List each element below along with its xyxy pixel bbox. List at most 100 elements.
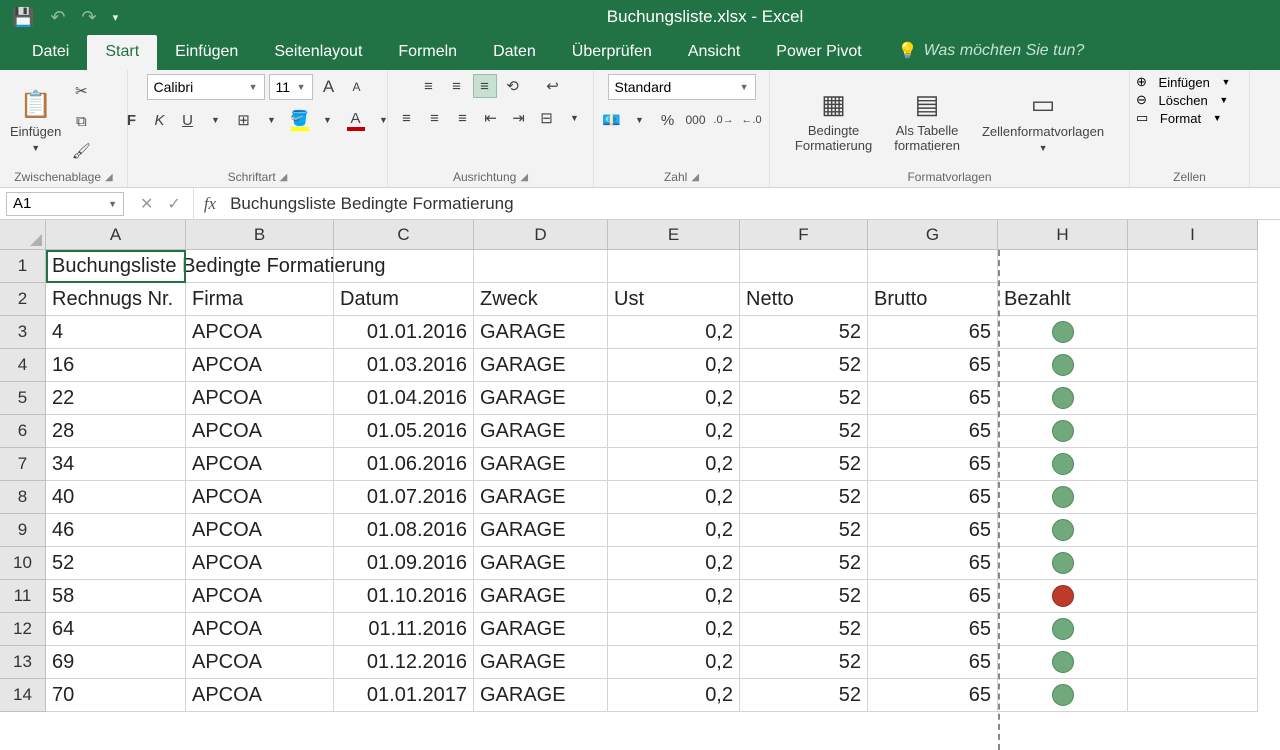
column-header-E[interactable]: E (608, 220, 740, 250)
cell-netto[interactable]: 52 (740, 382, 868, 415)
cell-datum[interactable]: 01.08.2016 (334, 514, 474, 547)
cell[interactable] (1128, 679, 1258, 712)
tab-datei[interactable]: Datei (14, 35, 87, 70)
cell-zweck[interactable]: GARAGE (474, 481, 608, 514)
cell-zweck[interactable]: GARAGE (474, 448, 608, 481)
cell-brutto[interactable]: 65 (868, 349, 998, 382)
column-header-F[interactable]: F (740, 220, 868, 250)
column-header-H[interactable]: H (998, 220, 1128, 250)
cell-bezahlt[interactable] (998, 613, 1128, 646)
cell-zweck[interactable]: GARAGE (474, 415, 608, 448)
cell-bezahlt[interactable] (998, 580, 1128, 613)
cell-datum[interactable]: 01.01.2016 (334, 316, 474, 349)
cell[interactable] (1128, 316, 1258, 349)
cell-datum[interactable]: 01.10.2016 (334, 580, 474, 613)
cell-brutto[interactable]: 65 (868, 448, 998, 481)
orientation-icon[interactable]: ⟲ (501, 74, 525, 98)
cell-bezahlt[interactable] (998, 415, 1128, 448)
format-cells-button[interactable]: ▭ Format ▼ (1136, 110, 1222, 126)
grow-font-icon[interactable]: A (317, 75, 341, 99)
cell-nr[interactable]: 34 (46, 448, 186, 481)
cell-bezahlt[interactable] (998, 316, 1128, 349)
cell-ust[interactable]: 0,2 (608, 349, 740, 382)
row-header-9[interactable]: 9 (0, 514, 46, 547)
cell-bezahlt[interactable] (998, 448, 1128, 481)
cell-ust[interactable]: 0,2 (608, 580, 740, 613)
cell-brutto[interactable]: 65 (868, 514, 998, 547)
merge-icon[interactable]: ⊟ (535, 106, 559, 130)
cell[interactable] (1128, 283, 1258, 316)
cell-firma[interactable]: APCOA (186, 514, 334, 547)
cell-ust[interactable]: 0,2 (608, 514, 740, 547)
cell[interactable] (868, 250, 998, 283)
fill-dd[interactable]: ▼ (316, 108, 340, 132)
cell-brutto[interactable]: 65 (868, 547, 998, 580)
shrink-font-icon[interactable]: A (345, 75, 369, 99)
cell-netto[interactable]: 52 (740, 646, 868, 679)
cell[interactable] (1128, 481, 1258, 514)
cell-bezahlt[interactable] (998, 646, 1128, 679)
fx-icon[interactable]: fx (194, 194, 226, 214)
tab-start[interactable]: Start (87, 35, 157, 70)
cell-netto[interactable]: 52 (740, 448, 868, 481)
cell[interactable] (1128, 415, 1258, 448)
fill-color-icon[interactable]: 🪣 (288, 108, 312, 132)
cell[interactable] (1128, 646, 1258, 679)
underline-dd[interactable]: ▼ (204, 108, 228, 132)
font-size-combo[interactable]: 11▼ (269, 74, 313, 100)
cell-nr[interactable]: 46 (46, 514, 186, 547)
cell-ust[interactable]: 0,2 (608, 316, 740, 349)
wrap-text-icon[interactable]: ↩ (541, 74, 565, 98)
row-header-6[interactable]: 6 (0, 415, 46, 448)
cell-nr[interactable]: 22 (46, 382, 186, 415)
font-color-icon[interactable]: A (344, 108, 368, 132)
cell-nr[interactable]: 40 (46, 481, 186, 514)
cell-bezahlt[interactable] (998, 349, 1128, 382)
bold-button[interactable]: F (120, 108, 144, 132)
cell-nr[interactable]: 4 (46, 316, 186, 349)
undo-icon[interactable]: ↶ (50, 7, 65, 28)
tab-überprüfen[interactable]: Überprüfen (554, 35, 670, 70)
cell[interactable] (1128, 448, 1258, 481)
align-top-icon[interactable]: ≡ (417, 74, 441, 98)
align-bottom-icon[interactable]: ≡ (473, 74, 497, 98)
row-header-13[interactable]: 13 (0, 646, 46, 679)
cell-netto[interactable]: 52 (740, 613, 868, 646)
cell-firma[interactable]: APCOA (186, 382, 334, 415)
cell-netto[interactable]: 52 (740, 349, 868, 382)
conditional-formatting-button[interactable]: ▦ Bedingte Formatierung (791, 87, 876, 156)
tab-daten[interactable]: Daten (475, 35, 554, 70)
cell-netto[interactable]: 52 (740, 481, 868, 514)
header-firma[interactable]: Firma (186, 283, 334, 316)
font-name-combo[interactable]: Calibri▼ (147, 74, 265, 100)
header-bezahlt[interactable]: Bezahlt (998, 283, 1128, 316)
cell-nr[interactable]: 28 (46, 415, 186, 448)
accounting-icon[interactable]: 💶 (600, 108, 624, 132)
cell-netto[interactable]: 52 (740, 316, 868, 349)
cell-zweck[interactable]: GARAGE (474, 514, 608, 547)
header-zweck[interactable]: Zweck (474, 283, 608, 316)
cell-netto[interactable]: 52 (740, 514, 868, 547)
cell-datum[interactable]: 01.07.2016 (334, 481, 474, 514)
column-header-B[interactable]: B (186, 220, 334, 250)
cell-ust[interactable]: 0,2 (608, 646, 740, 679)
decrease-indent-icon[interactable]: ⇤ (479, 106, 503, 130)
cell-datum[interactable]: 01.04.2016 (334, 382, 474, 415)
cell-firma[interactable]: APCOA (186, 415, 334, 448)
cell[interactable] (1128, 514, 1258, 547)
tab-einfügen[interactable]: Einfügen (157, 35, 256, 70)
row-header-10[interactable]: 10 (0, 547, 46, 580)
cell-ust[interactable]: 0,2 (608, 547, 740, 580)
cell-brutto[interactable]: 65 (868, 415, 998, 448)
cell-datum[interactable]: 01.12.2016 (334, 646, 474, 679)
cell[interactable] (1128, 382, 1258, 415)
cell-firma[interactable]: APCOA (186, 646, 334, 679)
cell-zweck[interactable]: GARAGE (474, 679, 608, 712)
tab-ansicht[interactable]: Ansicht (670, 35, 758, 70)
cell-zweck[interactable]: GARAGE (474, 613, 608, 646)
name-box[interactable]: A1▼ (6, 192, 124, 216)
cell-nr[interactable]: 52 (46, 547, 186, 580)
tab-formeln[interactable]: Formeln (380, 35, 475, 70)
header-datum[interactable]: Datum (334, 283, 474, 316)
redo-icon[interactable]: ↷ (82, 7, 97, 28)
